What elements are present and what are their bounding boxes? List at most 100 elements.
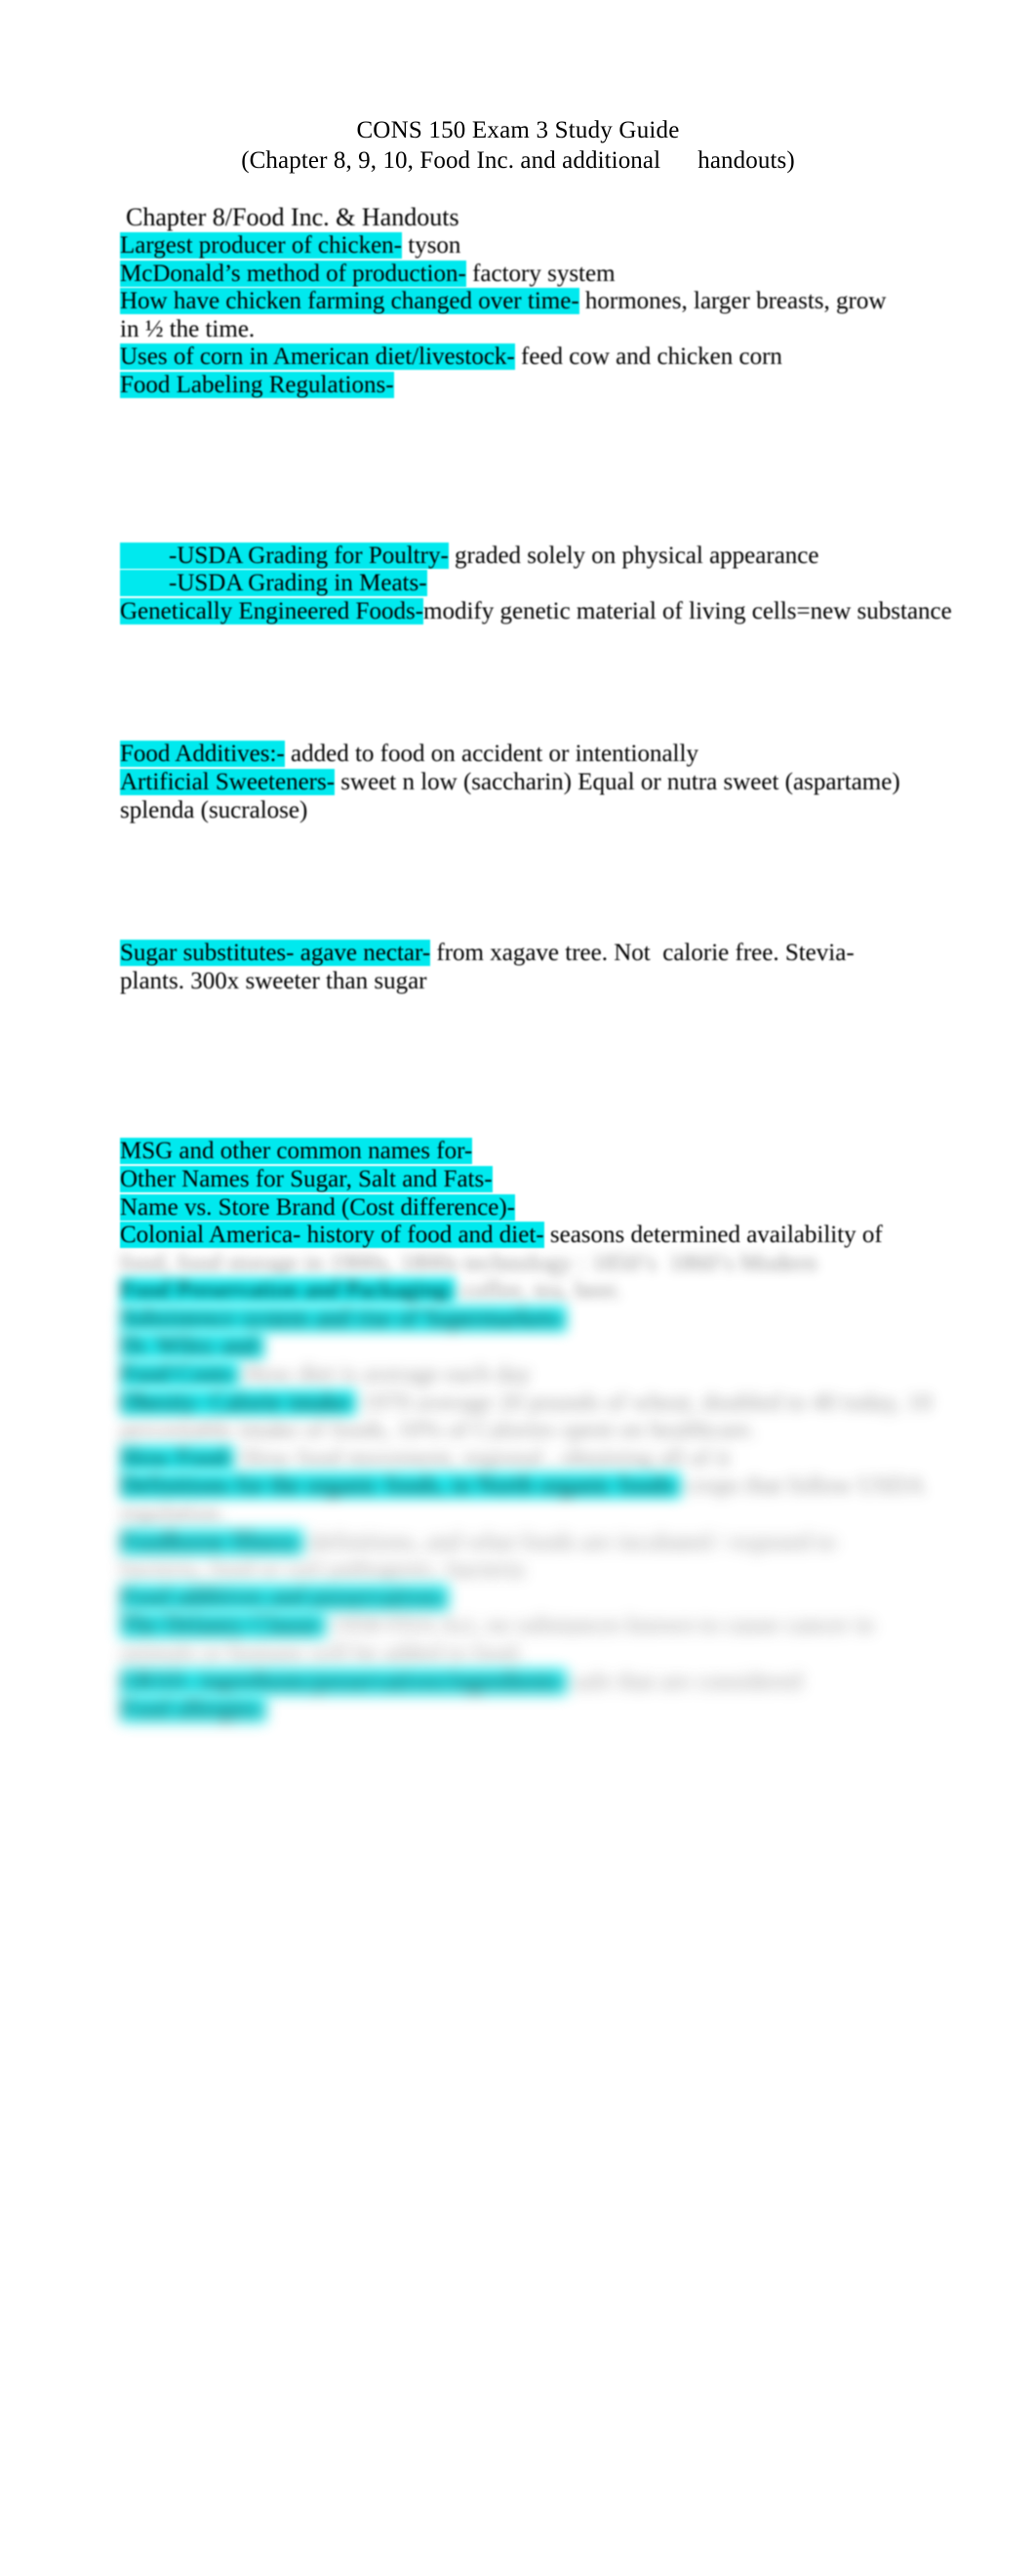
list-item: MSG and other common names for- [120,1138,978,1166]
answer-text: hormones, larger breasts, grow [578,288,887,315]
obscured-line: Obesity- Calorie intake- 1970 average 20… [120,1389,978,1418]
answer-text: modify genetic material of living cells=… [423,597,952,624]
highlighted-term: Sugar substitutes- agave nectar- [120,940,431,967]
answer-text: safe that are considered [566,1668,803,1695]
list-item-continuation: splenda (sucralose) [120,797,978,825]
obscured-line: Food allergies- [120,1696,978,1724]
answer-text: bacteria, food or soil pathogenic, bacte… [120,1556,525,1584]
title-line-2: (Chapter 8, 9, 10, Food Inc. and additio… [241,147,795,174]
section-sugar-substitutes: Sugar substitutes- agave nectar- from xa… [120,940,978,995]
highlighted-term: Slow Food- [120,1444,235,1471]
list-item: How have chicken farming changed over ti… [120,288,978,316]
highlighted-term: Food Labeling Regulations- [120,371,394,398]
answer-text: food, food storage in 1900s, 1800s techn… [120,1249,817,1276]
list-item: Name vs. Store Brand (Cost difference)- [120,1193,978,1223]
obscured-line: Foodborne Illness- definitions, and what… [120,1528,978,1557]
answer-text: graded solely on physical appearance [448,542,819,569]
answer-text: coffee, tea, beer. [455,1277,621,1305]
highlighted-term: Name vs. Store Brand (Cost difference)- [120,1193,515,1221]
obscured-line: Food additives and preservatives- [120,1584,978,1613]
title-line-1: CONS 150 Exam 3 Study Guide [356,117,680,143]
highlighted-term: McDonald’s method of production- [120,260,466,287]
answer-text: from xagave tree. Not calorie free. Stev… [430,940,855,967]
obscured-line: Definitions for the organic foods, in No… [120,1472,978,1528]
list-item: Food Labeling Regulations- [120,371,978,400]
highlighted-term: Subsistence system and rise of Supermark… [120,1305,567,1332]
list-item: Colonial America- history of food and di… [120,1222,978,1250]
answer-text: Slow food movement, regional , obtaining… [234,1444,730,1471]
obscured-line: Food Costs- How diet is average each day [120,1361,978,1389]
obscured-line: food, food storage in 1900s, 1800s techn… [120,1250,978,1278]
highlighted-term: Food Additives:- [120,741,285,768]
highlighted-term: Other Names for Sugar, Salt and Fats- [120,1165,493,1192]
obscured-line: The Delaney Clause- 1958 FDA Act, no sub… [120,1612,978,1640]
obscured-line: percentable intake of foods, 10% of Calo… [120,1417,978,1445]
answer-text: added to food on accident or intentional… [284,741,698,768]
highlighted-term: Dr. Wiley and- [120,1333,264,1360]
answer-text: factory system [465,260,616,287]
obscured-line: Subsistence system and rise of Supermark… [120,1305,978,1334]
list-item: Sugar substitutes- agave nectar- from xa… [120,940,978,968]
list-item: -USDA Grading for Poultry- graded solely… [120,542,978,571]
answer-text: 1958 FDA Act, no substances known to cau… [326,1612,874,1639]
obscured-line: bacteria, food or soil pathogenic, bacte… [120,1556,978,1585]
list-item: Other Names for Sugar, Salt and Fats- [120,1165,978,1194]
list-item: -USDA Grading in Meats- [120,570,978,598]
highlighted-term: How have chicken farming changed over ti… [120,288,579,315]
answer-text: plants. 300x sweeter than sugar [120,967,427,994]
obscured-line: Dr. Wiley and- [120,1333,978,1361]
list-item-continuation: in ½ the time. [120,316,978,344]
highlighted-term: The Delaney Clause- [120,1612,327,1639]
highlighted-term: Obesity- Calorie intake- [120,1389,356,1416]
highlighted-term: Largest producer of chicken- [120,232,402,259]
list-item: Uses of corn in American diet/livestock-… [120,343,978,372]
list-item-continuation: plants. 300x sweeter than sugar [120,968,978,996]
section-heading-chapter-8: Chapter 8/Food Inc. & Handouts [126,203,459,231]
highlighted-term: Foodborne Illness- [120,1528,304,1555]
answer-text: in ½ the time. [120,315,256,342]
document-page: CONS 150 Exam 3 Study Guide (Chapter 8, … [0,0,1036,2576]
highlighted-term: MSG and other common names for- [120,1138,473,1165]
list-item: McDonald’s method of production- factory… [120,260,978,289]
document-body: Chapter 8/Food Inc. & Handouts Largest p… [120,203,978,1724]
list-item: Genetically Engineered Foods-modify gene… [120,597,978,626]
answer-text: animals or humans will be added to food. [120,1640,524,1667]
answer-text: seasons determined availability of [543,1222,883,1249]
answer-text: 1970 average 20 pounds of wheat, doubled… [355,1389,933,1416]
highlighted-term: GRAS- ingredients/preservatives/ingredie… [120,1668,567,1695]
highlighted-term: Colonial America- history of food and di… [120,1222,544,1249]
section-msg-colonial: MSG and other common names for- Other Na… [120,1138,978,1249]
highlighted-term: Food Costs- [120,1361,239,1389]
list-item: Largest producer of chicken- tyson [120,232,978,261]
obscured-region: food, food storage in 1900s, 1800s techn… [120,1250,978,1724]
list-item: Artificial Sweeteners- sweet n low (sacc… [120,768,978,797]
highlighted-term: Food Preservation and Packaging- [120,1277,456,1305]
answer-text: feed cow and chicken corn [514,343,782,371]
list-item: Food Additives:- added to food on accide… [120,741,978,769]
highlighted-term: Genetically Engineered Foods- [120,597,424,624]
answer-text: percentable intake of foods, 10% of Calo… [120,1417,756,1444]
highlighted-term: Definitions for the organic foods, in No… [120,1472,681,1500]
obscured-line: GRAS- ingredients/preservatives/ingredie… [120,1668,978,1697]
answer-text: sweet n low (saccharin) Equal or nutra s… [335,768,900,795]
highlighted-term: Artificial Sweeteners- [120,768,336,795]
answer-text: splenda (sucralose) [120,796,308,824]
obscured-line: Slow Food- Slow food movement, regional … [120,1444,978,1473]
highlighted-term: -USDA Grading for Poultry- [120,542,449,569]
answer-text: tyson [402,232,461,259]
highlighted-term: Uses of corn in American diet/livestock- [120,343,515,371]
section-chapter-8: Chapter 8/Food Inc. & Handouts Largest p… [120,203,978,400]
page-title: CONS 150 Exam 3 Study Guide (Chapter 8, … [0,115,1036,176]
obscured-line: Food Preservation and Packaging- coffee,… [120,1277,978,1306]
highlighted-term: -USDA Grading in Meats- [120,570,427,597]
answer-text: definitions, and what foods are incubate… [303,1528,836,1555]
highlighted-term: Food allergies- [120,1696,267,1723]
section-usda-grading: -USDA Grading for Poultry- graded solely… [120,542,978,626]
answer-text: How diet is average each day [238,1361,532,1389]
obscured-line: animals or humans will be added to food. [120,1640,978,1669]
section-food-additives: Food Additives:- added to food on accide… [120,741,978,825]
